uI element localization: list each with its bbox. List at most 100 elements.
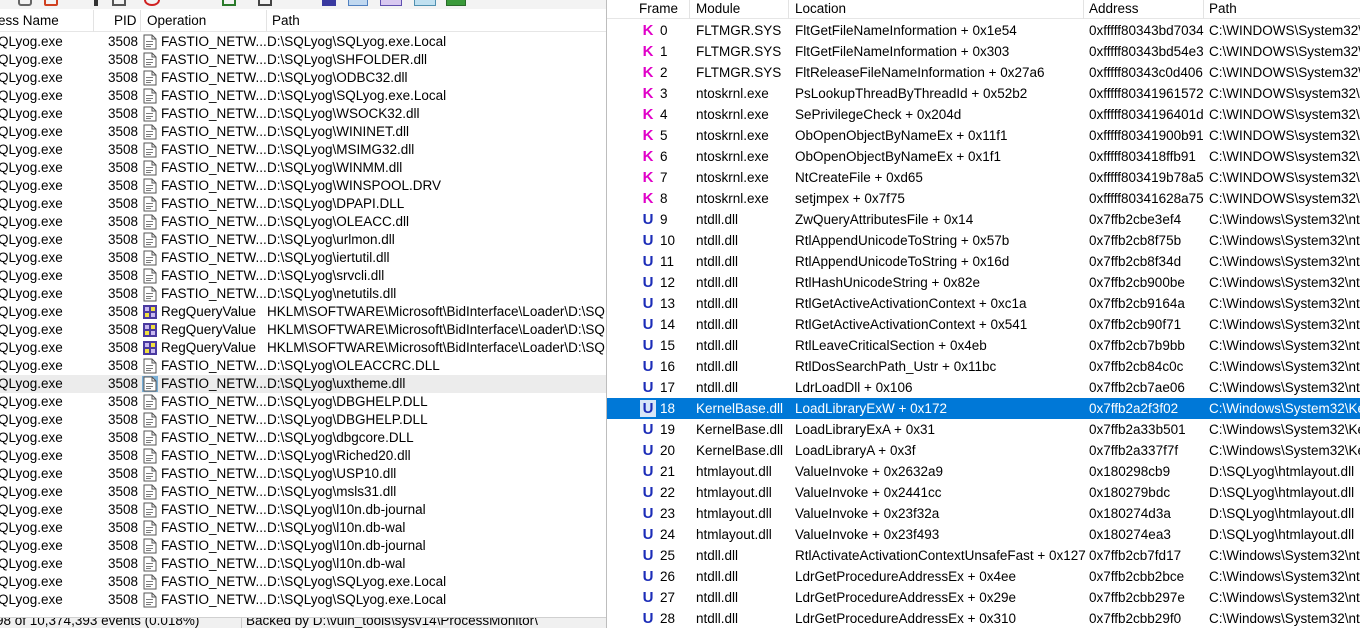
table-row[interactable]: QLyog.exe 3508 FASTIO_NETW... D:\SQLyog\l10… bbox=[0, 501, 606, 519]
table-row[interactable]: QLyog.exe 3508 FASTIO_NETW... D:\SQLyog\OLE… bbox=[0, 213, 606, 231]
stack-frame-row[interactable]: K 4 ntoskrnl.exe SePrivilegeCheck + 0x204d 0… bbox=[607, 104, 1360, 125]
stack-frame-row[interactable]: K 5 ntoskrnl.exe ObOpenObjectByNameEx + 0x1… bbox=[607, 125, 1360, 146]
operation: FASTIO_NETW... bbox=[161, 592, 267, 607]
toolbar-button[interactable] bbox=[18, 0, 32, 6]
process-name: QLyog.exe bbox=[0, 592, 63, 607]
column-location[interactable]: Location bbox=[795, 1, 846, 16]
location: RtlLeaveCriticalSection + 0x4eb bbox=[795, 338, 987, 353]
filter-icon[interactable] bbox=[112, 0, 126, 6]
stack-frame-row[interactable]: U 10 ntdll.dll RtlAppendUnicodeToString + 0… bbox=[607, 230, 1360, 251]
pid: 3508 bbox=[108, 538, 139, 553]
stack-frame-row[interactable]: U 24 htmlayout.dll ValueInvoke + 0x23f493 0x… bbox=[607, 524, 1360, 545]
operation: FASTIO_NETW... bbox=[161, 268, 267, 283]
table-row[interactable]: QLyog.exe 3508 FASTIO_NETW... D:\SQLyog\l10… bbox=[0, 537, 606, 555]
toolbar-button[interactable] bbox=[222, 0, 236, 6]
stack-frame-row[interactable]: U 20 KernelBase.dll LoadLibraryA + 0x3f 0x7f… bbox=[607, 440, 1360, 461]
module: ntdll.dll bbox=[696, 212, 739, 227]
stack-frame-row[interactable]: K 3 ntoskrnl.exe PsLookupThreadByThreadId +… bbox=[607, 83, 1360, 104]
column-pid[interactable]: PID bbox=[114, 13, 137, 28]
table-row[interactable]: QLyog.exe 3508 FASTIO_NETW... D:\SQLyog\msl… bbox=[0, 483, 606, 501]
table-row[interactable]: QLyog.exe 3508 FASTIO_NETW... D:\SQLyog\ier… bbox=[0, 249, 606, 267]
stack-frame-row[interactable]: U 16 ntdll.dll RtlDosSearchPath_Ustr + 0x11… bbox=[607, 356, 1360, 377]
table-row[interactable]: QLyog.exe 3508 FASTIO_NETW... D:\SQLyog\WIN… bbox=[0, 177, 606, 195]
stack-frame-row[interactable]: U 27 ntdll.dll LdrGetProcedureAddressEx + 0… bbox=[607, 587, 1360, 608]
table-row[interactable]: QLyog.exe 3508 FASTIO_NETW... D:\SQLyog\WIN… bbox=[0, 159, 606, 177]
user-mode-icon: U bbox=[642, 610, 654, 627]
column-address[interactable]: Address bbox=[1089, 1, 1139, 16]
table-row[interactable]: QLyog.exe 3508 RegQueryValue HKLM\SOFTWARE\… bbox=[0, 321, 606, 339]
highlight-icon[interactable] bbox=[144, 0, 160, 6]
location: LdrGetProcedureAddressEx + 0x29e bbox=[795, 590, 1017, 605]
stack-frame-row[interactable]: U 22 htmlayout.dll ValueInvoke + 0x2441cc 0x… bbox=[607, 482, 1360, 503]
table-row[interactable]: QLyog.exe 3508 FASTIO_NETW... D:\SQLyog\l10… bbox=[0, 519, 606, 537]
network-activity-icon[interactable] bbox=[380, 0, 402, 6]
stack-frame-row[interactable]: K 8 ntoskrnl.exe setjmpex + 0x7f75 0xfffff80… bbox=[607, 188, 1360, 209]
stack-frame-row[interactable]: K 7 ntoskrnl.exe NtCreateFile + 0xd65 0xffff… bbox=[607, 167, 1360, 188]
table-row[interactable]: QLyog.exe 3508 FASTIO_NETW... D:\SQLyog\ODB… bbox=[0, 69, 606, 87]
process-activity-icon[interactable] bbox=[414, 0, 436, 6]
table-row[interactable]: QLyog.exe 3508 FASTIO_NETW... D:\SQLyog\USP… bbox=[0, 465, 606, 483]
stack-frame-row[interactable]: U 13 ntdll.dll RtlGetActiveActivationContex… bbox=[607, 293, 1360, 314]
stack-frame-row[interactable]: U 11 ntdll.dll RtlAppendUnicodeToString + 0… bbox=[607, 251, 1360, 272]
table-row[interactable]: QLyog.exe 3508 RegQueryValue HKLM\SOFTWARE\… bbox=[0, 339, 606, 357]
stack-frame-row[interactable]: U 25 ntdll.dll RtlActivateActivationContext… bbox=[607, 545, 1360, 566]
table-row[interactable]: QLyog.exe 3508 FASTIO_NETW... D:\SQLyog\Ric… bbox=[0, 447, 606, 465]
stack-frame-row[interactable]: K 2 FLTMGR.SYS FltReleaseFileNameInformatio… bbox=[607, 62, 1360, 83]
stack-frame-row[interactable]: K 1 FLTMGR.SYS FltGetFileNameInformation + … bbox=[607, 41, 1360, 62]
table-row[interactable]: QLyog.exe 3508 FASTIO_NETW... D:\SQLyog\url… bbox=[0, 231, 606, 249]
table-row[interactable]: QLyog.exe 3508 FASTIO_NETW... D:\SQLyog\uxt… bbox=[0, 375, 606, 393]
stack-frame-row[interactable]: U 17 ntdll.dll LdrLoadDll + 0x106 0x7ffb2cb7… bbox=[607, 377, 1360, 398]
table-row[interactable]: QLyog.exe 3508 FASTIO_NETW... D:\SQLyog\SQL… bbox=[0, 33, 606, 51]
table-row[interactable]: QLyog.exe 3508 FASTIO_NETW... D:\SQLyog\DBG… bbox=[0, 411, 606, 429]
column-frame[interactable]: Frame bbox=[639, 1, 678, 16]
stack-frame-row[interactable]: U 14 ntdll.dll RtlGetActiveActivationContex… bbox=[607, 314, 1360, 335]
path: D:\SQLyog\iertutil.dll bbox=[267, 250, 390, 265]
find-icon[interactable] bbox=[258, 0, 272, 6]
table-row[interactable]: QLyog.exe 3508 FASTIO_NETW... D:\SQLyog\l10… bbox=[0, 555, 606, 573]
table-row[interactable]: QLyog.exe 3508 FASTIO_NETW... D:\SQLyog\net… bbox=[0, 285, 606, 303]
table-row[interactable]: QLyog.exe 3508 FASTIO_NETW... D:\SQLyog\DBG… bbox=[0, 393, 606, 411]
stack-frame-row[interactable]: U 28 ntdll.dll LdrGetProcedureAddressEx + 0… bbox=[607, 608, 1360, 628]
file-icon bbox=[142, 160, 158, 176]
column-module[interactable]: Module bbox=[696, 1, 740, 16]
stack-frame-row[interactable]: U 26 ntdll.dll LdrGetProcedureAddressEx + 0… bbox=[607, 566, 1360, 587]
registry-activity-icon[interactable] bbox=[322, 0, 336, 6]
stack-frame-row[interactable]: U 12 ntdll.dll RtlHashUnicodeString + 0x82e… bbox=[607, 272, 1360, 293]
table-row[interactable]: QLyog.exe 3508 RegQueryValue HKLM\SOFTWARE\… bbox=[0, 303, 606, 321]
module: ntoskrnl.exe bbox=[696, 149, 769, 164]
stack-frame-row[interactable]: U 19 KernelBase.dll LoadLibraryExA + 0x31 0x… bbox=[607, 419, 1360, 440]
path: D:\SQLyog\WINMM.dll bbox=[267, 160, 403, 175]
column-path[interactable]: Path bbox=[272, 13, 300, 28]
toolbar-button[interactable] bbox=[94, 0, 98, 6]
clear-icon[interactable] bbox=[44, 0, 58, 6]
table-row[interactable]: QLyog.exe 3508 FASTIO_NETW... D:\SQLyog\SQL… bbox=[0, 573, 606, 591]
stack-frame-row[interactable]: U 23 htmlayout.dll ValueInvoke + 0x23f32a 0x… bbox=[607, 503, 1360, 524]
stack-frame-row[interactable]: U 15 ntdll.dll RtlLeaveCriticalSection + 0x… bbox=[607, 335, 1360, 356]
table-row[interactable]: QLyog.exe 3508 FASTIO_NETW... D:\SQLyog\SQL… bbox=[0, 591, 606, 609]
stack-frame-row[interactable]: K 6 ntoskrnl.exe ObOpenObjectByNameEx + 0x1… bbox=[607, 146, 1360, 167]
column-process-name[interactable]: ess Name bbox=[0, 13, 59, 28]
table-row[interactable]: QLyog.exe 3508 FASTIO_NETW... D:\SQLyog\WIN… bbox=[0, 123, 606, 141]
table-row[interactable]: QLyog.exe 3508 FASTIO_NETW... D:\SQLyog\SQL… bbox=[0, 87, 606, 105]
table-row[interactable]: QLyog.exe 3508 FASTIO_NETW... D:\SQLyog\MSI… bbox=[0, 141, 606, 159]
column-path[interactable]: Path bbox=[1209, 1, 1237, 16]
table-row[interactable]: QLyog.exe 3508 FASTIO_NETW... D:\SQLyog\OLE… bbox=[0, 357, 606, 375]
operation: FASTIO_NETW... bbox=[161, 34, 267, 49]
stack-frame-row[interactable]: U 21 htmlayout.dll ValueInvoke + 0x2632a9 0x… bbox=[607, 461, 1360, 482]
column-operation[interactable]: Operation bbox=[147, 13, 206, 28]
path: D:\SQLyog\srvcli.dll bbox=[267, 268, 385, 283]
operation: FASTIO_NETW... bbox=[161, 52, 267, 67]
stack-frame-row[interactable]: K 0 FLTMGR.SYS FltGetFileNameInformation + … bbox=[607, 20, 1360, 41]
stack-frame-row[interactable]: U 9 ntdll.dll ZwQueryAttributesFile + 0x14 0… bbox=[607, 209, 1360, 230]
table-row[interactable]: QLyog.exe 3508 FASTIO_NETW... D:\SQLyog\DPA… bbox=[0, 195, 606, 213]
location: RtlHashUnicodeString + 0x82e bbox=[795, 275, 980, 290]
table-row[interactable]: QLyog.exe 3508 FASTIO_NETW... D:\SQLyog\WSO… bbox=[0, 105, 606, 123]
path: D:\SQLyog\netutils.dll bbox=[267, 286, 397, 301]
path: D:\SQLyog\SQLyog.exe.Local bbox=[267, 592, 447, 607]
file-activity-icon[interactable] bbox=[348, 0, 368, 6]
stack-frame-row[interactable]: U 18 KernelBase.dll LoadLibraryExW + 0x172 0… bbox=[607, 398, 1360, 419]
table-row[interactable]: QLyog.exe 3508 FASTIO_NETW... D:\SQLyog\srv… bbox=[0, 267, 606, 285]
table-row[interactable]: QLyog.exe 3508 FASTIO_NETW... D:\SQLyog\dbg… bbox=[0, 429, 606, 447]
profiling-icon[interactable] bbox=[446, 0, 466, 6]
table-row[interactable]: QLyog.exe 3508 FASTIO_NETW... D:\SQLyog\SHF… bbox=[0, 51, 606, 69]
